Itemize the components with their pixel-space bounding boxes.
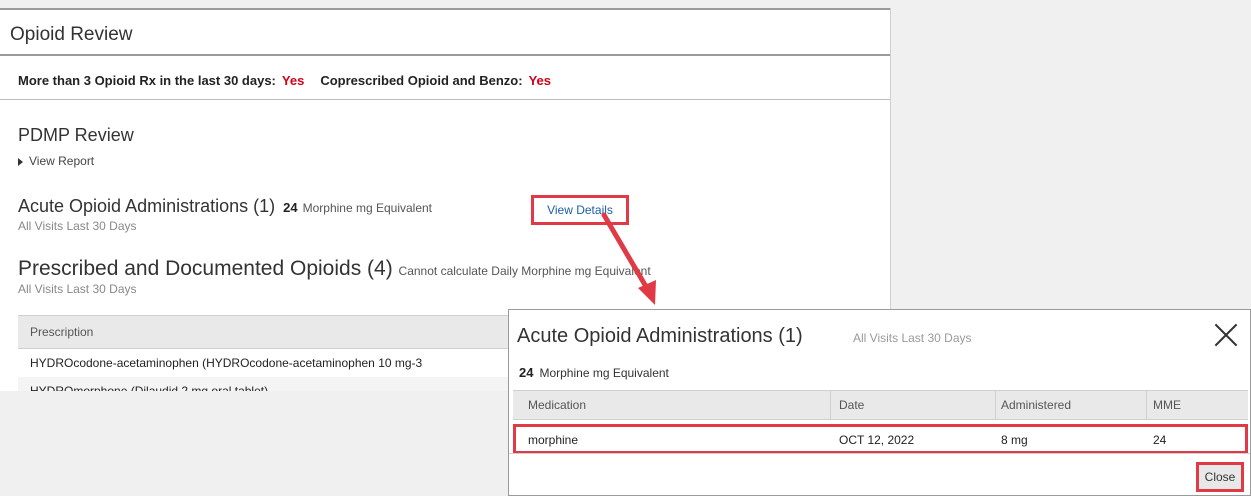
view-details-link[interactable]: View Details xyxy=(547,203,613,217)
panel-title: Opioid Review xyxy=(10,24,133,45)
dialog-subtitle: All Visits Last 30 Days xyxy=(853,331,972,345)
cell-date: OCT 12, 2022 xyxy=(839,433,915,447)
acute-subtitle: All Visits Last 30 Days xyxy=(18,219,137,233)
cell-medication: morphine xyxy=(528,433,579,447)
alert-divider xyxy=(0,99,890,100)
dialog-mme-value: 24 xyxy=(519,365,534,380)
view-details-highlight[interactable]: View Details xyxy=(531,195,629,225)
rx-alert-label: More than 3 Opioid Rx in the last 30 day… xyxy=(18,73,276,88)
benzo-alert-label: Coprescribed Opioid and Benzo: xyxy=(320,73,523,88)
close-button[interactable]: Close xyxy=(1196,462,1244,492)
acute-mme-label: Morphine mg Equivalent xyxy=(302,201,433,215)
acute-opioid-heading: Acute Opioid Administrations (1) 24 Morph… xyxy=(18,196,432,217)
column-header-mme[interactable]: MME xyxy=(1153,398,1181,412)
prescribed-note: Cannot calculate Daily Morphine mg Equiv… xyxy=(398,264,651,278)
dialog-mme-label: Morphine mg Equivalent xyxy=(539,366,669,380)
rx-alert-value: Yes xyxy=(281,73,305,88)
title-divider xyxy=(0,54,890,56)
column-header-administered[interactable]: Administered xyxy=(1001,398,1071,412)
view-report-toggle[interactable]: View Report xyxy=(18,154,94,168)
close-x-icon[interactable] xyxy=(1212,320,1240,348)
benzo-alert-value: Yes xyxy=(528,73,551,88)
dialog-title: Acute Opioid Administrations (1) xyxy=(517,325,803,347)
prescribed-opioids-heading: Prescribed and Documented Opioids (4) Ca… xyxy=(18,257,651,281)
pdmp-review-title: PDMP Review xyxy=(18,125,134,145)
medication-table: Medication Date Administered MME morphin… xyxy=(513,390,1248,454)
acute-opioid-title: Acute Opioid Administrations (1) xyxy=(18,196,276,216)
prescribed-subtitle: All Visits Last 30 Days xyxy=(18,282,137,296)
cell-mme: 24 xyxy=(1153,433,1167,447)
table-row[interactable]: morphine OCT 12, 2022 8 mg 24 xyxy=(513,424,1248,454)
dialog-mme: 24 Morphine mg Equivalent xyxy=(519,365,669,380)
view-report-label: View Report xyxy=(29,154,95,168)
dialog-footer-divider xyxy=(509,453,1250,454)
column-header-medication[interactable]: Medication xyxy=(528,398,586,412)
medication-table-header: Medication Date Administered MME xyxy=(513,390,1248,420)
opioid-alerts: More than 3 Opioid Rx in the last 30 day… xyxy=(18,73,551,88)
acute-mme-value: 24 xyxy=(283,200,298,215)
acute-opioid-dialog: Acute Opioid Administrations (1) All Vis… xyxy=(508,309,1251,496)
column-header-date[interactable]: Date xyxy=(839,398,864,412)
cell-administered: 8 mg xyxy=(1001,433,1028,447)
top-divider xyxy=(0,8,890,10)
prescribed-opioids-title: Prescribed and Documented Opioids (4) xyxy=(18,257,393,280)
expand-triangle-icon xyxy=(18,157,23,166)
